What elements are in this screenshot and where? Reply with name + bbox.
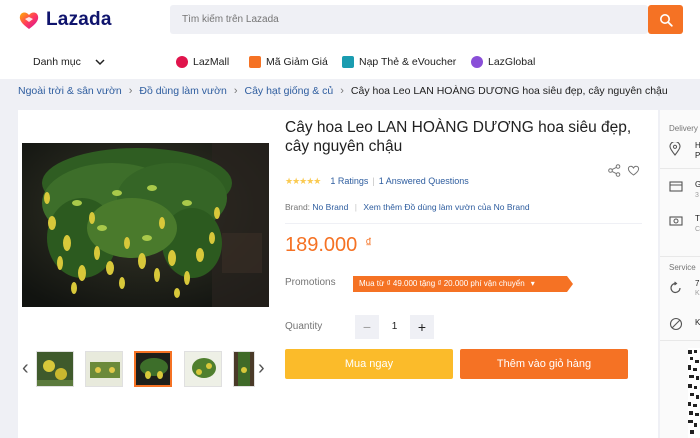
nav-topup[interactable]: Nạp Thẻ & eVoucher	[342, 52, 456, 72]
lazmall-icon	[176, 56, 188, 68]
promotion-badge[interactable]: Mua từ ₫ 49.000 tặng ₫ 20.000 phí vận ch…	[353, 276, 573, 292]
chevron-right-icon: ›	[128, 85, 133, 97]
answered-questions-link[interactable]: 1 Answered Questions	[379, 176, 469, 186]
heart-icon[interactable]	[627, 164, 640, 177]
separator: |	[354, 202, 357, 212]
nav-lazglobal-label: LazGlobal	[488, 56, 536, 68]
no-warranty-icon	[669, 317, 683, 331]
product-title: Cây hoa Leo LAN HOÀNG DƯƠNG hoa siêu đẹp…	[285, 119, 632, 155]
nav-voucher-label: Mã Giảm Giá	[266, 56, 328, 68]
breadcrumb: Ngoài trời & sân vườn › Đồ dùng làm vườn…	[18, 83, 668, 99]
plant-image	[22, 143, 269, 307]
category-label: Danh mục	[33, 56, 81, 68]
lazglobal-icon	[471, 56, 483, 68]
quantity-label: Quantity	[285, 321, 323, 332]
divider	[660, 256, 700, 257]
nav-topup-label: Nạp Thẻ & eVoucher	[359, 56, 457, 68]
lazada-heart-icon	[18, 9, 40, 31]
nav-lazglobal[interactable]: LazGlobal	[471, 52, 535, 72]
chevron-left-icon[interactable]: ‹	[22, 358, 29, 378]
delivery-side-panel: Delivery H P G 3 T C Service 7 K K	[660, 110, 700, 438]
delivery-box-icon	[669, 181, 683, 192]
divider	[660, 340, 700, 341]
payment-option: T	[695, 214, 700, 223]
star-rating-icon: ★★★★★	[285, 175, 321, 186]
location-pin-icon	[669, 142, 681, 156]
separator: |	[372, 176, 375, 186]
ratings-link[interactable]: 1 Ratings	[330, 176, 368, 186]
lazada-logo[interactable]: Lazada	[18, 9, 112, 31]
chevron-right-icon[interactable]: ›	[258, 358, 265, 378]
thumbnail[interactable]	[85, 351, 123, 387]
service-option: 7	[695, 279, 700, 288]
promotions-label: Promotions	[285, 277, 336, 288]
nav-voucher[interactable]: Mã Giảm Giá	[249, 52, 328, 72]
product-price: 189.000 ₫	[285, 234, 372, 257]
thumbnail[interactable]	[184, 351, 222, 387]
thumbnail-active[interactable]	[134, 351, 172, 387]
service-option-sub: K	[695, 290, 700, 297]
thumbnail[interactable]	[36, 351, 74, 387]
add-to-cart-button[interactable]: Thêm vào giỏ hàng	[460, 349, 628, 379]
breadcrumb-current: Cây hoa Leo LAN HOÀNG DƯƠNG hoa siêu đẹp…	[350, 85, 668, 97]
delivery-label: Delivery	[669, 124, 698, 133]
search-button[interactable]	[648, 5, 683, 34]
product-main-image[interactable]	[22, 143, 269, 307]
category-menu[interactable]: Danh mục	[33, 52, 105, 72]
chevron-right-icon: ›	[340, 85, 344, 97]
quantity-value[interactable]: 1	[379, 315, 410, 339]
logo-text: Lazada	[46, 9, 112, 30]
thumbnail-strip: ‹ ›	[18, 350, 278, 390]
quantity-decrease-button[interactable]: −	[355, 315, 379, 339]
thumbnail[interactable]	[233, 351, 255, 387]
brand-more-link[interactable]: Xem thêm Đồ dùng làm vườn của No Brand	[363, 202, 529, 212]
delivery-option: G	[695, 180, 700, 189]
voucher-icon	[249, 56, 261, 68]
header-nav: Danh mục LazMall Mã Giảm Giá Nạp Thẻ & e…	[0, 52, 700, 72]
share-like	[608, 164, 640, 177]
delivery-address-line: H	[695, 141, 700, 150]
warranty-option: K	[695, 318, 700, 327]
plus-icon: +	[417, 319, 427, 335]
cash-icon	[669, 216, 683, 226]
brand-label: Brand:	[285, 202, 311, 212]
buy-now-button[interactable]: Mua ngay	[285, 349, 453, 379]
delivery-address-line: P	[695, 151, 700, 160]
breadcrumb-item[interactable]: Cây hạt giống & củ	[245, 85, 334, 97]
minus-icon: −	[362, 319, 372, 335]
chevron-down-icon	[95, 59, 105, 66]
divider	[285, 223, 642, 224]
return-icon	[670, 281, 681, 294]
qr-code-icon	[688, 348, 700, 438]
payment-option-sub: C	[695, 226, 700, 233]
search-box	[170, 5, 648, 34]
promotion-text: Mua từ ₫ 49.000 tặng ₫ 20.000 phí vận ch…	[359, 279, 525, 288]
delivery-option-sub: 3	[695, 192, 699, 199]
search-icon	[659, 13, 673, 27]
search-input[interactable]	[182, 5, 622, 34]
brand-row: Brand: No Brand | Xem thêm Đồ dùng làm v…	[285, 202, 530, 212]
currency-symbol: ₫	[365, 235, 372, 250]
site-header: Lazada Danh mục LazMall Mã Giảm Giá Nạp …	[0, 0, 700, 79]
divider	[660, 168, 700, 169]
rating-row: ★★★★★ 1 Ratings | 1 Answered Questions	[285, 175, 469, 187]
chevron-right-icon: ›	[233, 85, 238, 97]
brand-link[interactable]: No Brand	[312, 202, 348, 212]
quantity-increase-button[interactable]: +	[410, 315, 434, 339]
breadcrumb-item[interactable]: Ngoài trời & sân vườn	[18, 85, 122, 97]
share-icon[interactable]	[608, 164, 621, 177]
topup-icon	[342, 56, 354, 68]
nav-lazmall[interactable]: LazMall	[176, 52, 229, 72]
breadcrumb-item[interactable]: Đồ dùng làm vườn	[139, 85, 226, 97]
service-label: Service	[669, 263, 696, 272]
chevron-down-icon: ▾	[530, 279, 535, 288]
nav-lazmall-label: LazMall	[193, 56, 230, 68]
product-card: ‹ › Cây hoa Leo LAN HOÀNG DƯƠNG hoa siêu…	[18, 110, 658, 438]
price-value: 189.000	[285, 234, 358, 256]
